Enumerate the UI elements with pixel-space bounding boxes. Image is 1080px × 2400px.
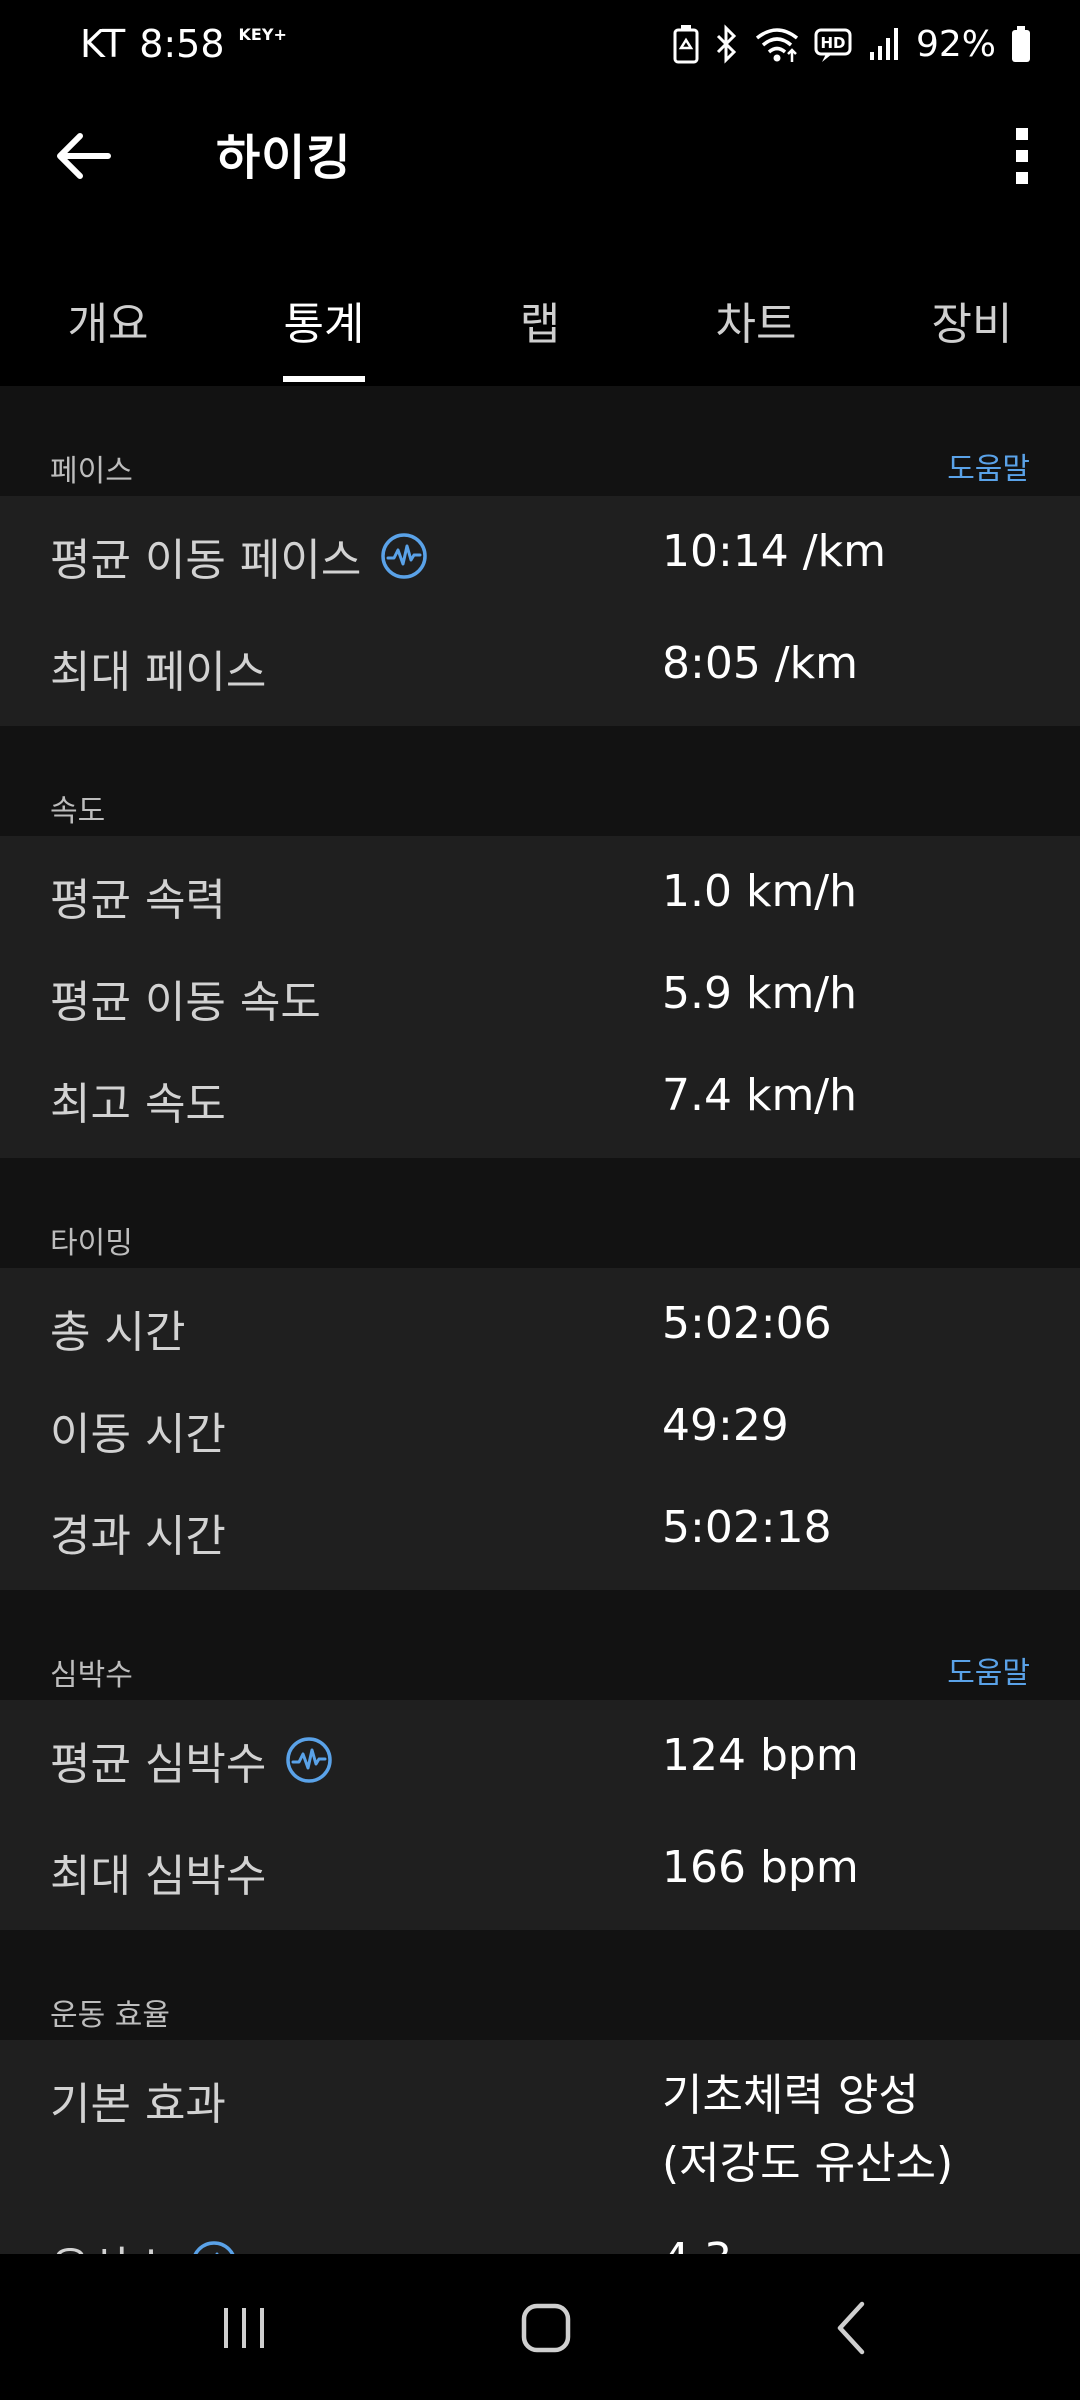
system-nav-bar [0,2254,1080,2400]
stat-row: 최대 페이스 8:05 /km [0,614,1080,716]
wifi-icon [754,24,800,64]
stat-label: 평균 심박수 [50,1728,334,1792]
stat-value: 7.4 km/h [662,1070,858,1121]
tab-charts[interactable]: 차트 [716,288,797,352]
stat-label: 최대 페이스 [50,647,267,698]
recent-apps-button[interactable] [214,2298,274,2358]
stat-row: 총 시간 5:02:06 [0,1274,1080,1376]
bluetooth-icon [714,24,740,64]
key-plus-label: KEY+ [238,24,287,44]
tab-stats[interactable]: 통계 [284,288,365,352]
stat-row: 평균 이동 속도 5.9 km/h [0,944,1080,1046]
stat-label: 총 시간 [50,1307,186,1358]
carrier-label: KT [80,22,126,66]
system-back-button[interactable] [822,2298,882,2358]
svg-text:HD: HD [820,34,845,52]
app-screen: KT 8:58 KEY+ HD 92% 하이킹 개요 통계 랩 차트 장비 페이… [0,0,1080,2400]
timing-card: 총 시간 5:02:06 이동 시간 49:29 경과 시간 5:02:18 [0,1268,1080,1590]
stat-label: 이동 시간 [50,1409,226,1460]
back-button[interactable] [52,124,116,188]
status-bar: KT 8:58 KEY+ HD 92% [0,0,1080,88]
stat-label: 평균 이동 페이스 [50,524,429,588]
section-header-timing: 타이밍 [0,1158,1080,1268]
stat-value: 5.9 km/h [662,968,858,1019]
stat-row: 경과 시간 5:02:18 [0,1478,1080,1580]
stat-value: 124 bpm [662,1730,859,1781]
activity-wave-icon[interactable] [284,1735,334,1785]
stat-value: 5:02:18 [662,1502,832,1553]
recent-apps-icon [224,2308,264,2348]
section-title: 타이밍 [50,1226,133,1261]
stat-value: 1.0 km/h [662,866,858,917]
home-icon [521,2303,571,2353]
recycle-battery-icon [672,24,700,64]
app-bar: 하이킹 [0,88,1080,228]
more-vertical-icon [1016,128,1028,184]
stat-value: 10:14 /km [662,526,886,577]
section-header-pace: 페이스 도움말 [0,386,1080,496]
stat-row: 유산소 4.3 [0,2210,1080,2254]
stat-row: 이동 시간 49:29 [0,1376,1080,1478]
arrow-left-icon [57,133,111,179]
section-header-training-effect: 운동 효율 [0,1930,1080,2040]
stat-value: 166 bpm [662,1842,859,1893]
section-title: 심박수 [50,1658,133,1693]
tab-gear[interactable]: 장비 [932,288,1013,352]
stat-row: 평균 심박수 124 bpm [0,1706,1080,1818]
help-link[interactable]: 도움말 [947,1648,1030,1692]
stat-value: 기초체력 양성 (저강도 유산소) [662,2070,954,2189]
signal-icon [868,24,902,64]
stat-label: 최대 심박수 [50,1851,267,1902]
activity-wave-icon[interactable] [189,2239,239,2254]
home-button[interactable] [516,2298,576,2358]
tab-overview[interactable]: 개요 [68,288,149,352]
tab-active-indicator [283,376,365,382]
stat-row: 평균 이동 페이스 10:14 /km [0,502,1080,614]
training-effect-card: 기본 효과 기초체력 양성 (저강도 유산소) 유산소 4.3 [0,2040,1080,2254]
stat-label: 유산소 [50,2232,239,2254]
stat-value: 8:05 /km [662,638,858,689]
stats-scroll-content[interactable]: 페이스 도움말 평균 이동 페이스 10:14 /km 최대 페이스 8:05 … [0,386,1080,2254]
section-title: 운동 효율 [50,1998,170,2033]
speed-card: 평균 속력 1.0 km/h 평균 이동 속도 5.9 km/h 최고 속도 7… [0,836,1080,1158]
stat-label: 평균 속력 [50,875,226,926]
stat-value: 49:29 [662,1400,789,1451]
stat-row: 최고 속도 7.4 km/h [0,1046,1080,1148]
stat-row: 평균 속력 1.0 km/h [0,842,1080,944]
battery-percent: 92% [915,23,996,65]
stat-label: 경과 시간 [50,1511,226,1562]
activity-wave-icon[interactable] [379,531,429,581]
help-link[interactable]: 도움말 [947,444,1030,488]
heart-rate-card: 평균 심박수 124 bpm 최대 심박수 166 bpm [0,1700,1080,1930]
pace-card: 평균 이동 페이스 10:14 /km 최대 페이스 8:05 /km [0,496,1080,726]
hd-voice-icon: HD [814,24,854,64]
status-right: HD 92% [672,24,1032,65]
page-title: 하이킹 [216,130,352,186]
tab-bar: 개요 통계 랩 차트 장비 [0,258,1080,384]
more-options-button[interactable] [1004,124,1040,188]
stat-label: 최고 속도 [50,1079,226,1130]
section-header-speed: 속도 [0,726,1080,836]
stat-label: 기본 효과 [50,2079,226,2130]
stat-row: 기본 효과 기초체력 양성 (저강도 유산소) [0,2046,1080,2210]
tab-laps[interactable]: 랩 [520,288,560,352]
stat-label: 평균 이동 속도 [50,977,321,1028]
section-title: 페이스 [50,454,133,489]
section-title: 속도 [50,794,106,829]
battery-icon [1010,24,1032,64]
stat-row: 최대 심박수 166 bpm [0,1818,1080,1920]
section-header-heart-rate: 심박수 도움말 [0,1590,1080,1700]
stat-value: 4.3 [662,2226,732,2254]
stat-value: 5:02:06 [662,1298,832,1349]
clock: 8:58 [139,22,225,66]
status-left: KT 8:58 KEY+ [80,22,287,66]
chevron-left-icon [837,2301,865,2355]
